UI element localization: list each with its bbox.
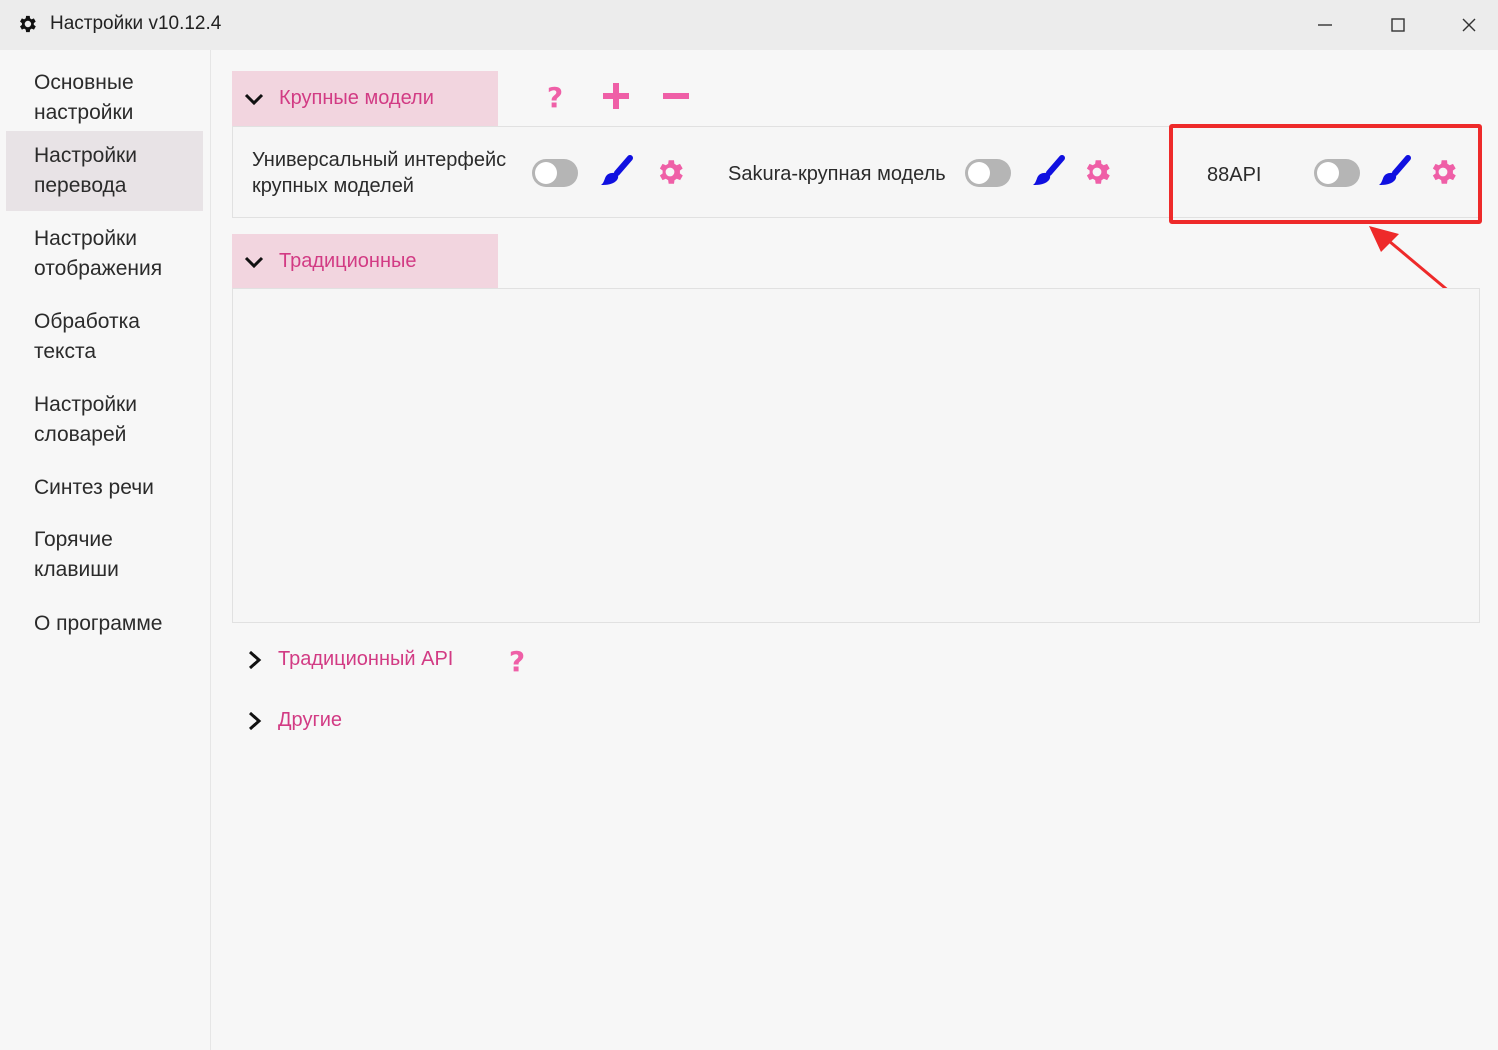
enable-toggle[interactable]: [532, 159, 578, 187]
color-brush-icon[interactable]: [1030, 154, 1066, 190]
traditional-panel: [232, 288, 1480, 623]
large-model-name: Sakura-крупная модель: [728, 163, 946, 185]
traditional-api-title: Традиционный API: [278, 648, 454, 670]
sidebar-item-hotkeys[interactable]: Горячие клавиши: [6, 523, 203, 587]
traditional-header[interactable]: Традиционные: [232, 234, 498, 289]
sidebar-item-translation-settings[interactable]: Настройки перевода: [6, 131, 203, 211]
other-title: Другие: [278, 709, 343, 731]
sidebar-item-basic-settings[interactable]: Основные настройки: [6, 66, 203, 130]
large-model-name: Универсальный интерфейс крупных моделей: [252, 149, 507, 197]
color-brush-icon[interactable]: [598, 154, 634, 190]
help-icon[interactable]: ?: [500, 643, 534, 677]
chevron-right-icon: [249, 711, 262, 730]
close-icon: [1462, 18, 1476, 32]
chevron-down-icon: [244, 256, 264, 268]
sidebar: Основные настройки Настройки перевода На…: [0, 50, 211, 1050]
chevron-right-icon: [249, 650, 262, 669]
sidebar-item-display-settings[interactable]: Настройки отображения: [6, 222, 203, 286]
window-title: Настройки v10.12.4: [50, 13, 222, 34]
toggle-knob: [535, 162, 557, 184]
traditional-api-group[interactable]: Традиционный API: [244, 648, 453, 671]
highlight-box: [1169, 124, 1482, 224]
plus-icon[interactable]: [599, 79, 633, 113]
toggle-knob: [968, 162, 990, 184]
maximize-icon: [1391, 18, 1405, 32]
minus-icon[interactable]: [659, 79, 693, 113]
large-models-header[interactable]: Крупные модели: [232, 71, 498, 126]
other-group[interactable]: Другие: [244, 709, 342, 732]
maximize-button[interactable]: [1375, 8, 1421, 42]
minimize-button[interactable]: [1302, 8, 1348, 42]
svg-text:?: ?: [547, 81, 563, 113]
help-icon[interactable]: ?: [538, 79, 572, 113]
sidebar-item-speech-synthesis[interactable]: Синтез речи: [6, 470, 203, 506]
large-models-title: Крупные модели: [279, 87, 434, 109]
settings-gear-icon[interactable]: [654, 156, 686, 188]
close-button[interactable]: [1446, 8, 1492, 42]
title-bar: Настройки v10.12.4: [0, 0, 1498, 50]
chevron-down-icon: [244, 93, 264, 105]
enable-toggle[interactable]: [965, 159, 1011, 187]
sidebar-item-text-processing[interactable]: Обработка текста: [6, 305, 203, 369]
gear-icon: [20, 15, 36, 33]
sidebar-item-about[interactable]: О программе: [6, 606, 203, 642]
sidebar-item-dictionary-settings[interactable]: Настройки словарей: [6, 388, 203, 452]
svg-text:?: ?: [509, 645, 525, 677]
settings-gear-icon[interactable]: [1081, 156, 1113, 188]
minimize-icon: [1318, 24, 1332, 26]
traditional-title: Традиционные: [279, 250, 417, 272]
